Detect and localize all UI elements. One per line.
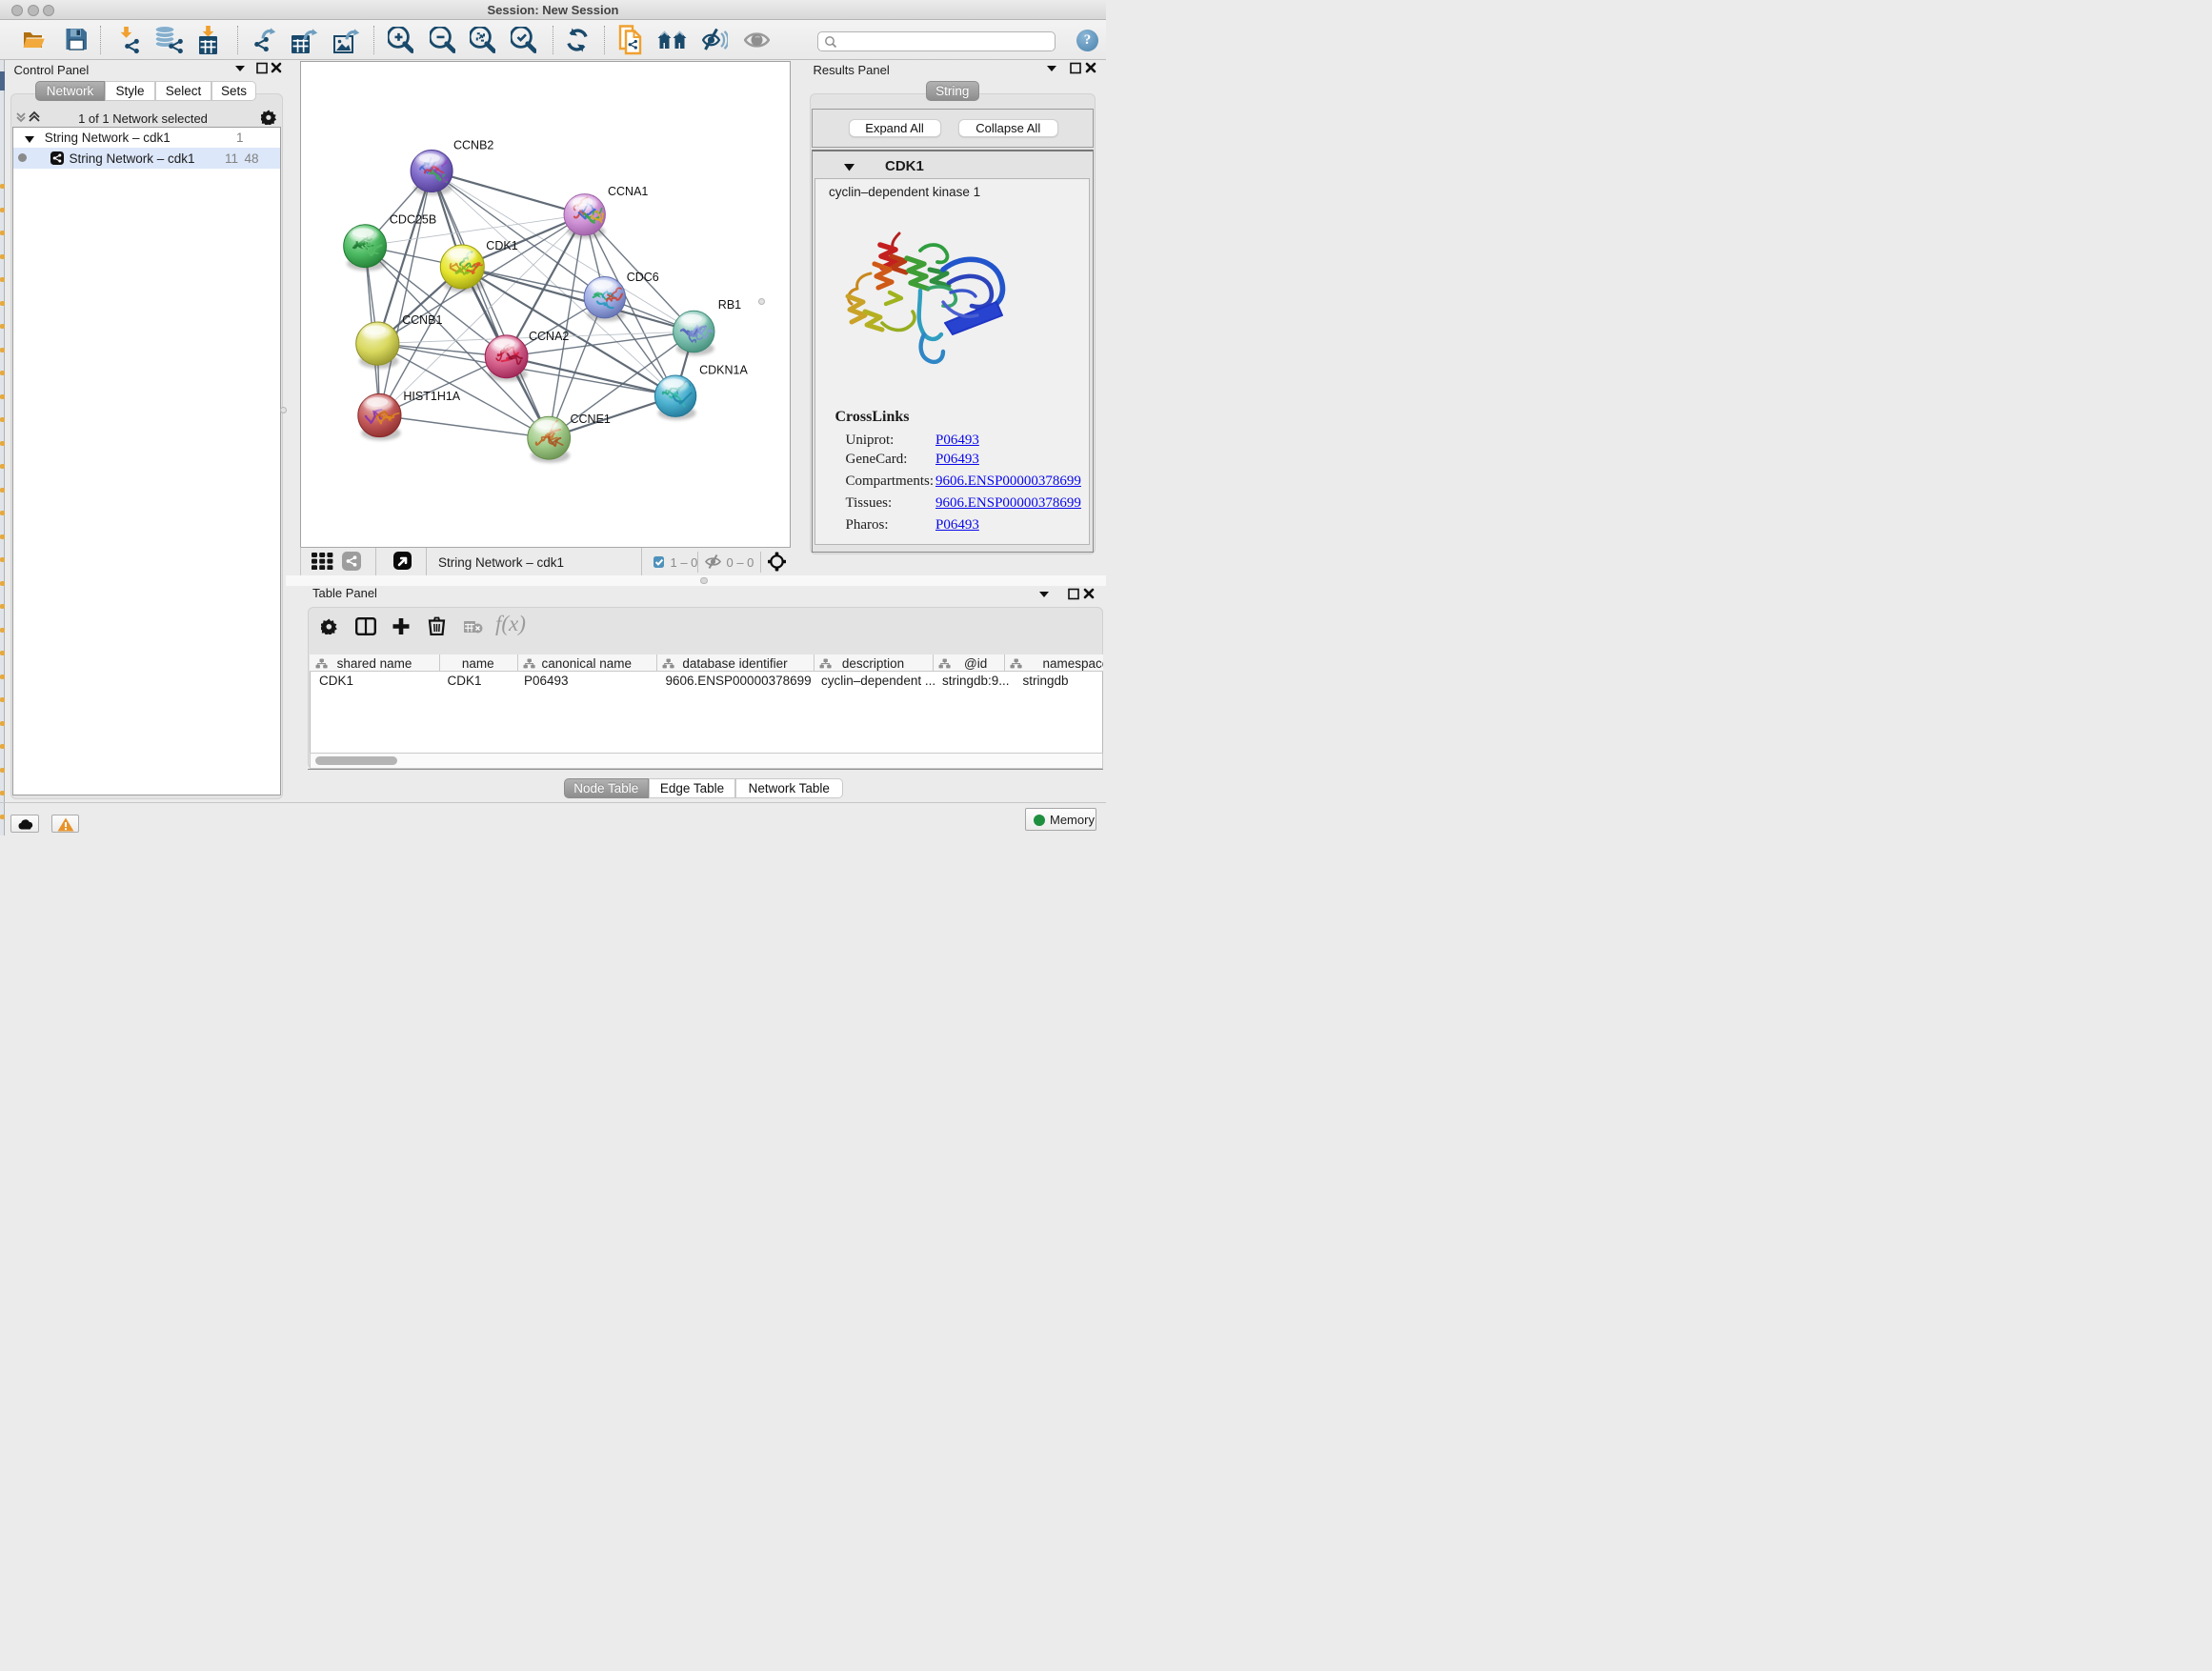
svg-text:CDKN1A: CDKN1A <box>699 363 748 376</box>
svg-text:RB1: RB1 <box>717 298 740 312</box>
svg-text:CDK1: CDK1 <box>486 239 517 252</box>
svg-text:CCNB2: CCNB2 <box>453 138 493 151</box>
svg-text:CDC25B: CDC25B <box>389 212 435 226</box>
svg-text:CCNA1: CCNA1 <box>608 185 648 198</box>
svg-text:CCNE1: CCNE1 <box>570 412 610 425</box>
svg-text:CCNA2: CCNA2 <box>529 330 569 343</box>
svg-text:CDC6: CDC6 <box>626 271 658 284</box>
svg-text:HIST1H1A: HIST1H1A <box>403 390 460 403</box>
svg-text:CCNB1: CCNB1 <box>402 312 442 326</box>
